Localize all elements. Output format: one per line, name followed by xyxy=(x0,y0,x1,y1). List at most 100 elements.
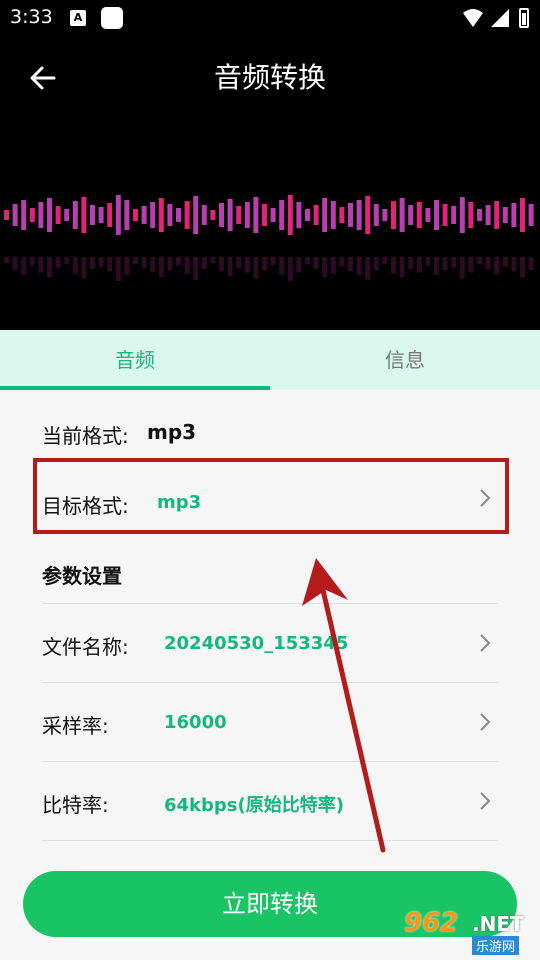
visualizer-bar xyxy=(485,205,491,225)
visualizer-bar xyxy=(408,205,414,225)
visualizer-reflection xyxy=(416,257,422,273)
visualizer-bar xyxy=(356,200,362,230)
visualizer-bar xyxy=(451,206,457,224)
visualizer-reflection xyxy=(520,257,525,278)
visualizer-reflection xyxy=(373,257,379,271)
page-title: 音频转换 xyxy=(213,61,326,94)
visualizer-bar xyxy=(511,203,517,227)
param-label: 比特率: xyxy=(42,793,109,817)
visualizer-bar xyxy=(115,195,121,235)
visualizer-reflection xyxy=(270,257,276,266)
visualizer-bar xyxy=(193,196,199,234)
header-area: 3:33 A 音频转换 xyxy=(0,0,540,330)
visualizer-bar xyxy=(210,210,216,220)
visualizer-reflection xyxy=(141,257,147,268)
visualizer-reflection xyxy=(322,257,328,278)
visualizer-bar xyxy=(12,204,18,226)
tab-bar: 音频 信息 xyxy=(0,330,540,390)
visualizer-reflection xyxy=(253,257,259,279)
visualizer-reflection xyxy=(313,257,319,269)
visualizer-reflection xyxy=(193,257,199,280)
visualizer-bar xyxy=(184,201,190,229)
visualizer-bar xyxy=(21,200,27,230)
visualizer-bar xyxy=(244,202,250,228)
current-format-value: mp3 xyxy=(147,420,197,444)
visualizer-bar xyxy=(322,198,328,232)
audio-visualizer xyxy=(4,195,534,281)
param-row-filename[interactable]: 文件名称: 20240530_153345 xyxy=(42,604,498,682)
visualizer-bar xyxy=(399,198,405,232)
visualizer-bar xyxy=(98,207,104,223)
visualizer-bar xyxy=(365,196,371,234)
visualizer-reflection xyxy=(330,257,336,274)
visualizer-bar xyxy=(382,209,388,221)
visualizer-reflection xyxy=(528,257,534,271)
visualizer-bar xyxy=(305,209,310,221)
visualizer-bar xyxy=(391,201,396,229)
visualizer-bar xyxy=(262,204,267,226)
visualizer-bar xyxy=(72,201,78,229)
visualizer-bar xyxy=(528,204,534,226)
param-value: 20240530_153345 xyxy=(164,633,349,654)
visualizer-reflection xyxy=(210,257,216,263)
visualizer-bar xyxy=(150,202,156,228)
visualizer-reflection xyxy=(287,257,293,281)
visualizer-reflection xyxy=(425,257,431,266)
param-label: 采样率: xyxy=(42,714,109,738)
visualizer-bar xyxy=(4,210,9,220)
visualizer-bar xyxy=(434,200,439,230)
params-section-title: 参数设置 xyxy=(42,564,122,588)
visualizer-bar xyxy=(253,197,259,233)
visualizer-reflection xyxy=(219,257,224,272)
visualizer-bar xyxy=(425,208,431,222)
visualizer-reflection xyxy=(133,257,138,265)
param-value: 64kbps(原始比特率) xyxy=(164,795,344,816)
highlight-box xyxy=(33,458,509,534)
tab-audio[interactable]: 音频 xyxy=(0,330,270,390)
visualizer-reflection xyxy=(21,257,27,275)
divider xyxy=(42,840,498,841)
visualizer-bar xyxy=(107,203,113,227)
visualizer-reflection xyxy=(4,257,9,263)
watermark-text: 乐游网 xyxy=(472,936,520,955)
visualizer-reflection xyxy=(502,257,508,267)
visualizer-bar xyxy=(330,201,336,229)
battery-icon xyxy=(519,8,529,28)
visualizer-reflection xyxy=(485,257,491,269)
visualizer-reflection xyxy=(391,257,396,274)
watermark-net: .NET xyxy=(472,912,524,936)
visualizer-reflection xyxy=(158,257,164,278)
visualizer-reflection xyxy=(64,257,70,265)
visualizer-bar xyxy=(90,205,95,225)
tab-info[interactable]: 信息 xyxy=(270,330,540,390)
visualizer-reflection xyxy=(167,257,173,271)
visualizer-bar xyxy=(81,197,87,233)
visualizer-bar xyxy=(270,208,276,222)
visualizer-reflection xyxy=(468,257,474,273)
watermark-logo: 962 .NET 乐游网 xyxy=(400,908,536,958)
visualizer-reflection xyxy=(81,257,87,279)
visualizer-bar xyxy=(279,200,285,230)
visualizer-bar xyxy=(133,209,138,221)
visualizer-reflection xyxy=(262,257,267,271)
visualizer-bar xyxy=(339,207,345,223)
app-notification-icon xyxy=(101,7,123,29)
visualizer-reflection xyxy=(494,257,500,274)
visualizer-bar xyxy=(64,209,70,221)
param-row-sample-rate[interactable]: 采样率: 16000 xyxy=(42,683,498,761)
param-row-bitrate[interactable]: 比特率: 64kbps(原始比特率) xyxy=(42,762,498,840)
visualizer-bar xyxy=(442,204,448,226)
visualizer-reflection xyxy=(399,257,405,278)
visualizer-reflection xyxy=(511,257,517,272)
visualizer-reflection xyxy=(38,257,44,273)
visualizer-reflection xyxy=(12,257,18,271)
visualizer-reflection xyxy=(124,257,130,275)
visualizer-reflection xyxy=(339,257,345,267)
status-bar: 3:33 A xyxy=(0,0,540,38)
wifi-icon xyxy=(463,9,483,27)
visualizer-reflection xyxy=(279,257,285,275)
visualizer-bar xyxy=(236,206,242,224)
visualizer-bar xyxy=(47,198,52,232)
visualizer-reflection xyxy=(29,257,35,266)
visualizer-bar xyxy=(55,206,61,224)
